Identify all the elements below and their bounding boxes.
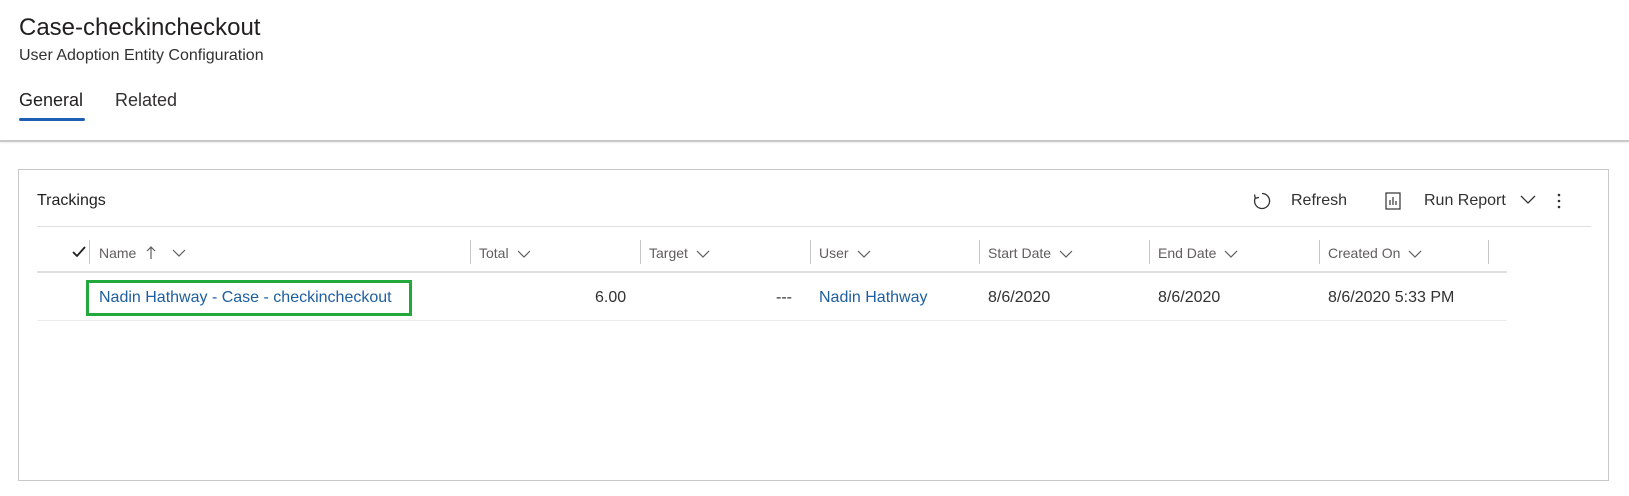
column-separator[interactable] bbox=[810, 240, 811, 264]
refresh-icon bbox=[1251, 190, 1273, 212]
tab-selected-indicator bbox=[19, 118, 85, 121]
subgrid-title: Trackings bbox=[37, 192, 106, 209]
run-report-label: Run Report bbox=[1424, 192, 1506, 209]
select-all-checkbox[interactable] bbox=[69, 241, 89, 263]
cell-user-link[interactable]: Nadin Hathway bbox=[819, 289, 928, 307]
chevron-down-icon bbox=[1224, 245, 1238, 261]
column-separator[interactable] bbox=[470, 240, 471, 264]
cell-created-on: 8/6/2020 5:33 PM bbox=[1328, 289, 1455, 306]
form-header: Case-checkincheckout User Adoption Entit… bbox=[0, 0, 1629, 142]
header-divider bbox=[37, 271, 1507, 273]
row-divider bbox=[37, 320, 1507, 321]
refresh-label: Refresh bbox=[1291, 192, 1348, 209]
cell-start-date: 8/6/2020 bbox=[988, 289, 1051, 306]
chevron-down-icon bbox=[696, 245, 710, 261]
tab-general[interactable]: General bbox=[19, 90, 83, 111]
more-commands-button[interactable] bbox=[1549, 188, 1569, 214]
report-icon bbox=[1382, 190, 1404, 212]
chevron-down-icon bbox=[1059, 245, 1073, 261]
chevron-down-icon bbox=[172, 249, 186, 257]
cell-end-date: 8/6/2020 bbox=[1158, 289, 1221, 306]
column-separator[interactable] bbox=[640, 240, 641, 264]
checkmark-icon bbox=[72, 246, 86, 258]
column-header-end-date[interactable]: End Date bbox=[1158, 240, 1238, 266]
column-separator[interactable] bbox=[1319, 240, 1320, 264]
chevron-down-icon bbox=[857, 245, 871, 261]
cell-total: 6.00 bbox=[595, 289, 627, 306]
run-report-button[interactable]: Run Report bbox=[1382, 190, 1536, 212]
refresh-button[interactable]: Refresh bbox=[1251, 190, 1347, 212]
column-separator[interactable] bbox=[1488, 240, 1489, 264]
column-header-total[interactable]: Total bbox=[479, 240, 531, 266]
chevron-down-icon bbox=[517, 245, 531, 261]
column-header-created-on[interactable]: Created On bbox=[1328, 240, 1422, 266]
column-separator[interactable] bbox=[89, 240, 90, 264]
entity-subtitle: User Adoption Entity Configuration bbox=[19, 47, 264, 64]
column-header-user[interactable]: User bbox=[819, 240, 871, 266]
cell-name-link[interactable]: Nadin Hathway - Case - checkincheckout bbox=[99, 289, 392, 307]
trackings-subgrid: Trackings Refresh Run Report Name Total bbox=[18, 169, 1609, 481]
chevron-down-icon bbox=[1408, 245, 1422, 261]
chevron-down-icon bbox=[1520, 192, 1536, 210]
more-icon bbox=[1557, 193, 1561, 209]
column-header-name[interactable]: Name bbox=[99, 240, 186, 266]
column-header-start-date[interactable]: Start Date bbox=[988, 240, 1073, 266]
record-title: Case-checkincheckout bbox=[19, 14, 261, 41]
cell-target: --- bbox=[776, 289, 792, 306]
sort-up-arrow-icon bbox=[146, 246, 156, 260]
column-header-target[interactable]: Target bbox=[649, 240, 710, 266]
column-separator[interactable] bbox=[979, 240, 980, 264]
column-separator[interactable] bbox=[1149, 240, 1150, 264]
subgrid-divider bbox=[37, 226, 1591, 227]
tab-related[interactable]: Related bbox=[115, 90, 177, 111]
